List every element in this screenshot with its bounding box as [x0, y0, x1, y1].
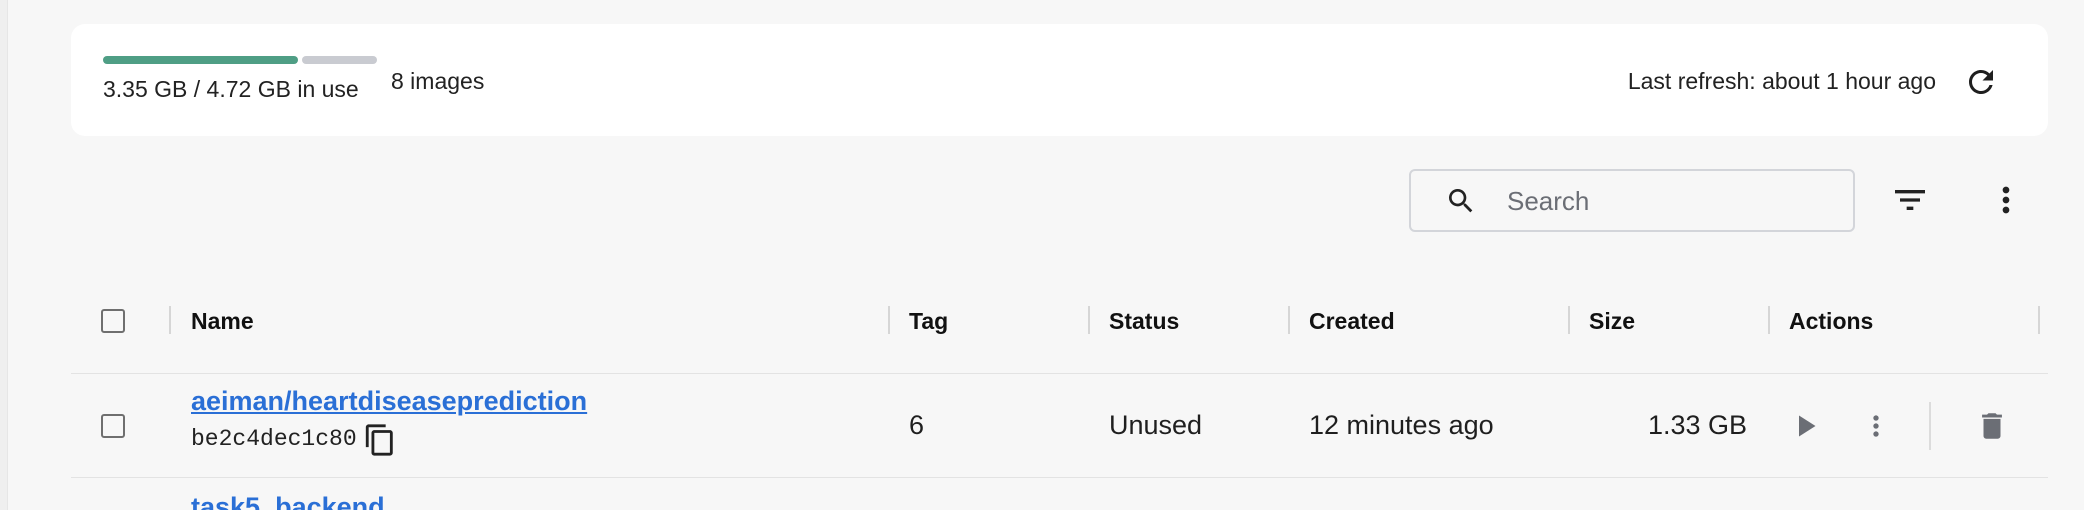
filter-button[interactable] — [1890, 180, 1930, 220]
column-resizer[interactable] — [1568, 306, 1570, 334]
select-all-checkbox[interactable] — [101, 309, 125, 333]
copy-id-button[interactable] — [363, 422, 397, 458]
column-resizer[interactable] — [1288, 306, 1290, 334]
column-resizer[interactable] — [1088, 306, 1090, 334]
delete-button[interactable] — [1970, 404, 2014, 448]
image-status: Unused — [1109, 410, 1203, 440]
table-row[interactable]: task5_backend — [71, 478, 2048, 510]
more-vert-icon — [2002, 186, 2010, 214]
images-table: Name Tag Status Created Size Actions aei… — [71, 282, 2048, 510]
copy-icon — [365, 424, 393, 456]
column-resizer[interactable] — [2038, 306, 2040, 334]
left-sidebar-edge — [0, 0, 8, 510]
search-input[interactable] — [1507, 181, 1837, 221]
more-options-button[interactable] — [1986, 180, 2026, 220]
column-header-status[interactable]: Status — [1109, 306, 1179, 336]
images-count: 8 images — [391, 68, 485, 94]
usage-bar-free — [302, 56, 377, 64]
refresh-icon — [1969, 70, 1993, 94]
row-more-button[interactable] — [1854, 404, 1898, 448]
column-resizer[interactable] — [888, 306, 890, 334]
column-header-tag[interactable]: Tag — [909, 306, 948, 336]
column-header-name[interactable]: Name — [191, 306, 254, 336]
column-header-size[interactable]: Size — [1589, 306, 1635, 336]
image-tag: 6 — [909, 410, 925, 440]
table-row[interactable]: aeiman/heartdiseaseprediction be2c4dec1c… — [71, 374, 2048, 478]
column-header-actions: Actions — [1789, 308, 1874, 334]
column-header-created[interactable]: Created — [1309, 306, 1395, 336]
storage-usage-text: 3.35 GB / 4.72 GB in use — [103, 76, 359, 102]
image-name-link[interactable]: task5_backend — [191, 492, 385, 510]
image-created: 12 minutes ago — [1309, 410, 1494, 440]
refresh-button[interactable] — [1959, 60, 2003, 104]
actions-divider — [1929, 402, 1931, 450]
more-vert-icon — [1873, 415, 1879, 437]
image-name-link[interactable]: aeiman/heartdiseaseprediction — [191, 386, 587, 417]
column-resizer[interactable] — [169, 306, 171, 334]
image-id: be2c4dec1c80 — [191, 426, 357, 452]
usage-bar-used — [103, 56, 298, 64]
image-size: 1.33 GB — [1647, 410, 1747, 440]
play-icon — [1799, 415, 1816, 437]
filter-icon — [1895, 190, 1925, 210]
table-header: Name Tag Status Created Size Actions — [71, 282, 2048, 374]
storage-summary-card: 3.35 GB / 4.72 GB in use 8 images Last r… — [71, 24, 2048, 136]
last-refresh-text: Last refresh: about 1 hour ago — [1627, 68, 1936, 94]
search-field[interactable] — [1409, 169, 1855, 232]
run-button[interactable] — [1783, 404, 1827, 448]
search-icon — [1449, 189, 1473, 213]
storage-usage-bar — [103, 56, 377, 64]
column-resizer[interactable] — [1768, 306, 1770, 334]
row-checkbox[interactable] — [101, 414, 125, 438]
delete-icon — [1982, 413, 2002, 439]
